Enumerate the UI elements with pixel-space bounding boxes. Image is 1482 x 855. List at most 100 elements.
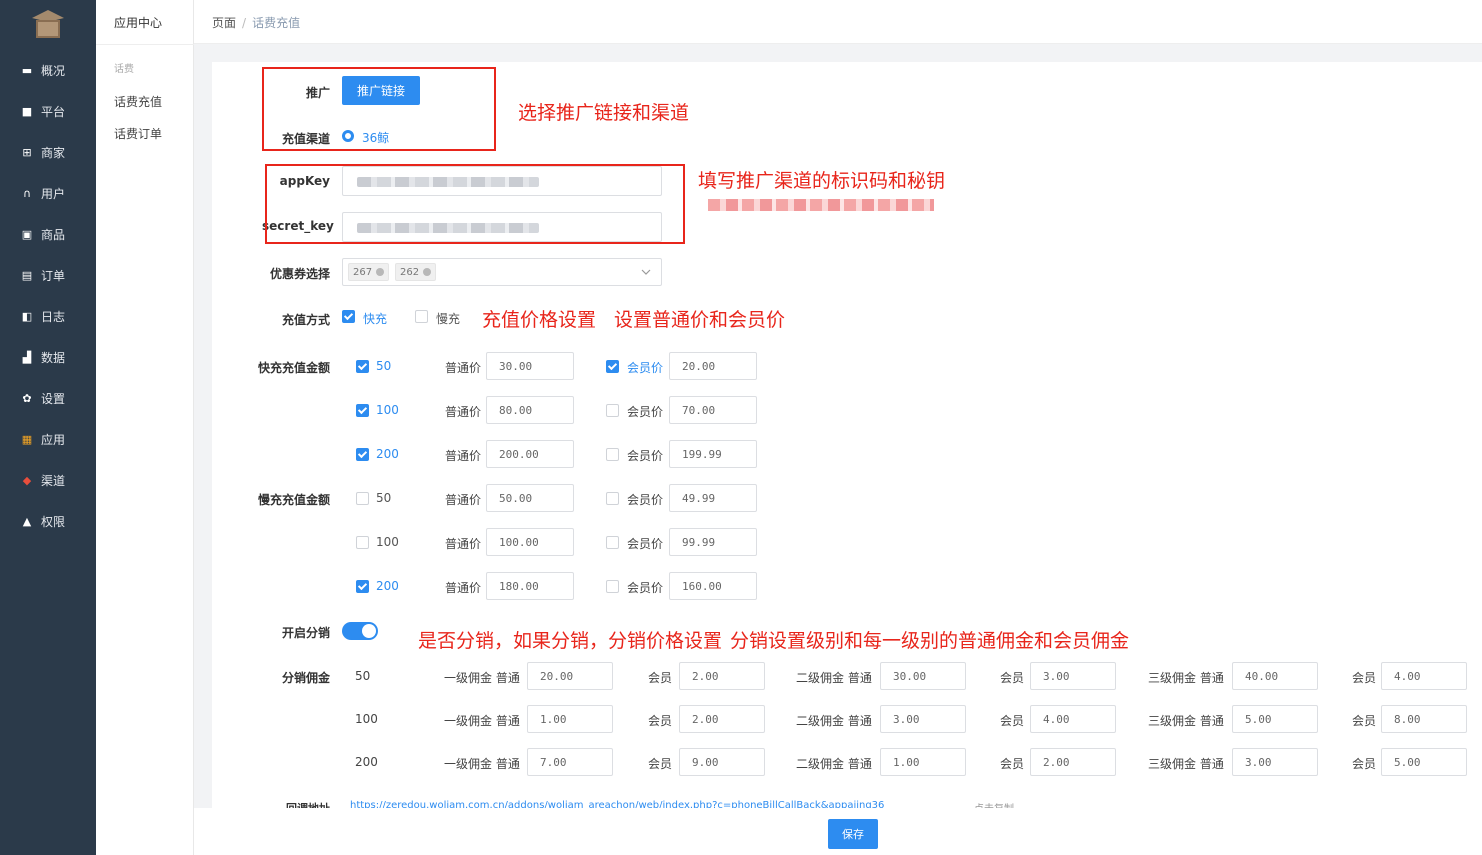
nav-item[interactable]: ▤ 订单 bbox=[0, 260, 96, 290]
member-price-input[interactable]: 20.00 bbox=[669, 352, 757, 380]
method-fast-label: 快充 bbox=[363, 312, 388, 326]
normal-price-input[interactable]: 200.00 bbox=[486, 440, 574, 468]
nav-item[interactable]: ▦ 应用 bbox=[0, 424, 96, 454]
nav-item[interactable]: ▬ 概况 bbox=[0, 55, 96, 85]
commission-member-input[interactable]: 2.00 bbox=[1030, 748, 1116, 776]
sub-sidebar: 应用中心 话费 话费充值 话费订单 bbox=[96, 0, 194, 855]
coupon-select[interactable]: 267 262 bbox=[342, 258, 662, 286]
method-slow-checkbox[interactable] bbox=[415, 310, 428, 323]
member-price-input[interactable]: 99.99 bbox=[669, 528, 757, 556]
main-sidebar: ▬ 概况 ■ 平台 ⊞ 商家 ∩ 用户 ▣ 商品 ▤ 订单 ◧ 日志 ▟ 数据 ✿ 设置 ▦ 应用 ◆ 渠道 ▲ 权限 bbox=[0, 0, 96, 855]
member-price-input[interactable]: 160.00 bbox=[669, 572, 757, 600]
commission-member-input[interactable]: 2.00 bbox=[679, 705, 765, 733]
commission-normal-input[interactable]: 3.00 bbox=[880, 705, 966, 733]
amount-checkbox[interactable] bbox=[356, 492, 369, 505]
annotation-text: 选择推广链接和渠道 bbox=[518, 102, 690, 124]
nav-item-label: 数据 bbox=[41, 350, 66, 365]
commission-amount: 200 bbox=[355, 755, 378, 769]
callback-url[interactable]: https://zeredou.woliam.com.cn/addons/wol… bbox=[350, 800, 970, 808]
annotation-text: 分销设置级别和每一级别的普通佣金和会员佣金 bbox=[730, 630, 1130, 652]
normal-price-input[interactable]: 80.00 bbox=[486, 396, 574, 424]
commission-member-label: 会员 bbox=[648, 757, 673, 771]
commission-normal-input[interactable]: 20.00 bbox=[527, 662, 613, 690]
nav-item[interactable]: ▲ 权限 bbox=[0, 506, 96, 536]
member-price-checkbox[interactable] bbox=[606, 360, 619, 373]
normal-price-input[interactable]: 100.00 bbox=[486, 528, 574, 556]
nav-item[interactable]: ◆ 渠道 bbox=[0, 465, 96, 495]
commission-member-label: 会员 bbox=[648, 671, 673, 685]
sub-item-recharge[interactable]: 话费充值 bbox=[114, 93, 162, 110]
amount-checkbox[interactable] bbox=[356, 448, 369, 461]
member-price-checkbox[interactable] bbox=[606, 492, 619, 505]
normal-price-label: 普通价 bbox=[445, 449, 482, 463]
commission-normal-input[interactable]: 3.00 bbox=[1232, 748, 1318, 776]
nav-item[interactable]: ⊞ 商家 bbox=[0, 137, 96, 167]
normal-price-input[interactable]: 50.00 bbox=[486, 484, 574, 512]
coupon-tag[interactable]: 262 bbox=[395, 263, 437, 281]
commission-amount: 100 bbox=[355, 712, 378, 726]
close-icon[interactable] bbox=[376, 268, 385, 276]
commission-normal-input[interactable]: 40.00 bbox=[1232, 662, 1318, 690]
nav-item[interactable]: ✿ 设置 bbox=[0, 383, 96, 413]
member-price-checkbox[interactable] bbox=[606, 404, 619, 417]
amount-label: 100 bbox=[376, 535, 399, 549]
member-price-input[interactable]: 70.00 bbox=[669, 396, 757, 424]
nav-item[interactable]: ■ 平台 bbox=[0, 96, 96, 126]
monitor-icon: ▬ bbox=[21, 63, 33, 77]
amount-label: 50 bbox=[376, 359, 392, 373]
commission-normal-input[interactable]: 1.00 bbox=[880, 748, 966, 776]
member-price-checkbox[interactable] bbox=[606, 536, 619, 549]
commission-level-label: 三级佣金 普通 bbox=[1148, 671, 1224, 685]
amount-checkbox[interactable] bbox=[356, 404, 369, 417]
sub-item-orders[interactable]: 话费订单 bbox=[114, 125, 162, 142]
member-price-checkbox[interactable] bbox=[606, 448, 619, 461]
chart-icon: ▟ bbox=[22, 350, 32, 364]
normal-price-input[interactable]: 30.00 bbox=[486, 352, 574, 380]
commission-member-input[interactable]: 3.00 bbox=[1030, 662, 1116, 690]
commission-member-input[interactable]: 8.00 bbox=[1381, 705, 1467, 733]
amount-checkbox[interactable] bbox=[356, 580, 369, 593]
chevron-down-icon[interactable] bbox=[641, 268, 651, 276]
callback-row: 回调地址 https://zeredou.woliam.com.cn/addon… bbox=[212, 796, 1482, 808]
amount-checkbox[interactable] bbox=[356, 360, 369, 373]
cube-icon: ◆ bbox=[22, 473, 32, 487]
commission-normal-input[interactable]: 30.00 bbox=[880, 662, 966, 690]
nav-item-label: 订单 bbox=[41, 268, 66, 283]
nav-item-label: 权限 bbox=[41, 514, 66, 529]
nav-item[interactable]: ∩ 用户 bbox=[0, 178, 96, 208]
commission-level-label: 三级佣金 普通 bbox=[1148, 757, 1224, 771]
copy-link[interactable]: 点击复制 bbox=[974, 800, 1014, 808]
nav-item-label: 商品 bbox=[41, 227, 66, 242]
sub-sidebar-title: 应用中心 bbox=[114, 16, 163, 30]
normal-price-label: 普通价 bbox=[445, 493, 482, 507]
commission-level-label: 一级佣金 普通 bbox=[444, 671, 520, 685]
commission-member-input[interactable]: 2.00 bbox=[679, 662, 765, 690]
commission-label: 分销佣金 bbox=[281, 671, 330, 685]
nav-item[interactable]: ▣ 商品 bbox=[0, 219, 96, 249]
commission-normal-input[interactable]: 7.00 bbox=[527, 748, 613, 776]
method-fast-checkbox[interactable] bbox=[342, 310, 355, 323]
commission-member-input[interactable]: 9.00 bbox=[679, 748, 765, 776]
normal-price-input[interactable]: 180.00 bbox=[486, 572, 574, 600]
distribution-toggle[interactable] bbox=[342, 622, 378, 640]
nav-item[interactable]: ▟ 数据 bbox=[0, 342, 96, 372]
commission-member-input[interactable]: 4.00 bbox=[1030, 705, 1116, 733]
save-button[interactable]: 保存 bbox=[828, 819, 878, 849]
commission-level-label: 三级佣金 普通 bbox=[1148, 714, 1224, 728]
member-price-input[interactable]: 199.99 bbox=[669, 440, 757, 468]
member-price-checkbox[interactable] bbox=[606, 580, 619, 593]
member-price-input[interactable]: 49.99 bbox=[669, 484, 757, 512]
amount-checkbox[interactable] bbox=[356, 536, 369, 549]
nav-item[interactable]: ◧ 日志 bbox=[0, 301, 96, 331]
commission-member-input[interactable]: 4.00 bbox=[1381, 662, 1467, 690]
commission-member-label: 会员 bbox=[1352, 714, 1377, 728]
commission-normal-input[interactable]: 1.00 bbox=[527, 705, 613, 733]
commission-level-label: 一级佣金 普通 bbox=[444, 714, 520, 728]
breadcrumb-root[interactable]: 页面 bbox=[212, 16, 236, 30]
commission-normal-input[interactable]: 5.00 bbox=[1232, 705, 1318, 733]
coupon-tag[interactable]: 267 bbox=[348, 263, 390, 281]
normal-price-label: 普通价 bbox=[445, 581, 482, 595]
commission-member-input[interactable]: 5.00 bbox=[1381, 748, 1467, 776]
close-icon[interactable] bbox=[423, 268, 432, 276]
nav-item-label: 商家 bbox=[41, 145, 66, 160]
